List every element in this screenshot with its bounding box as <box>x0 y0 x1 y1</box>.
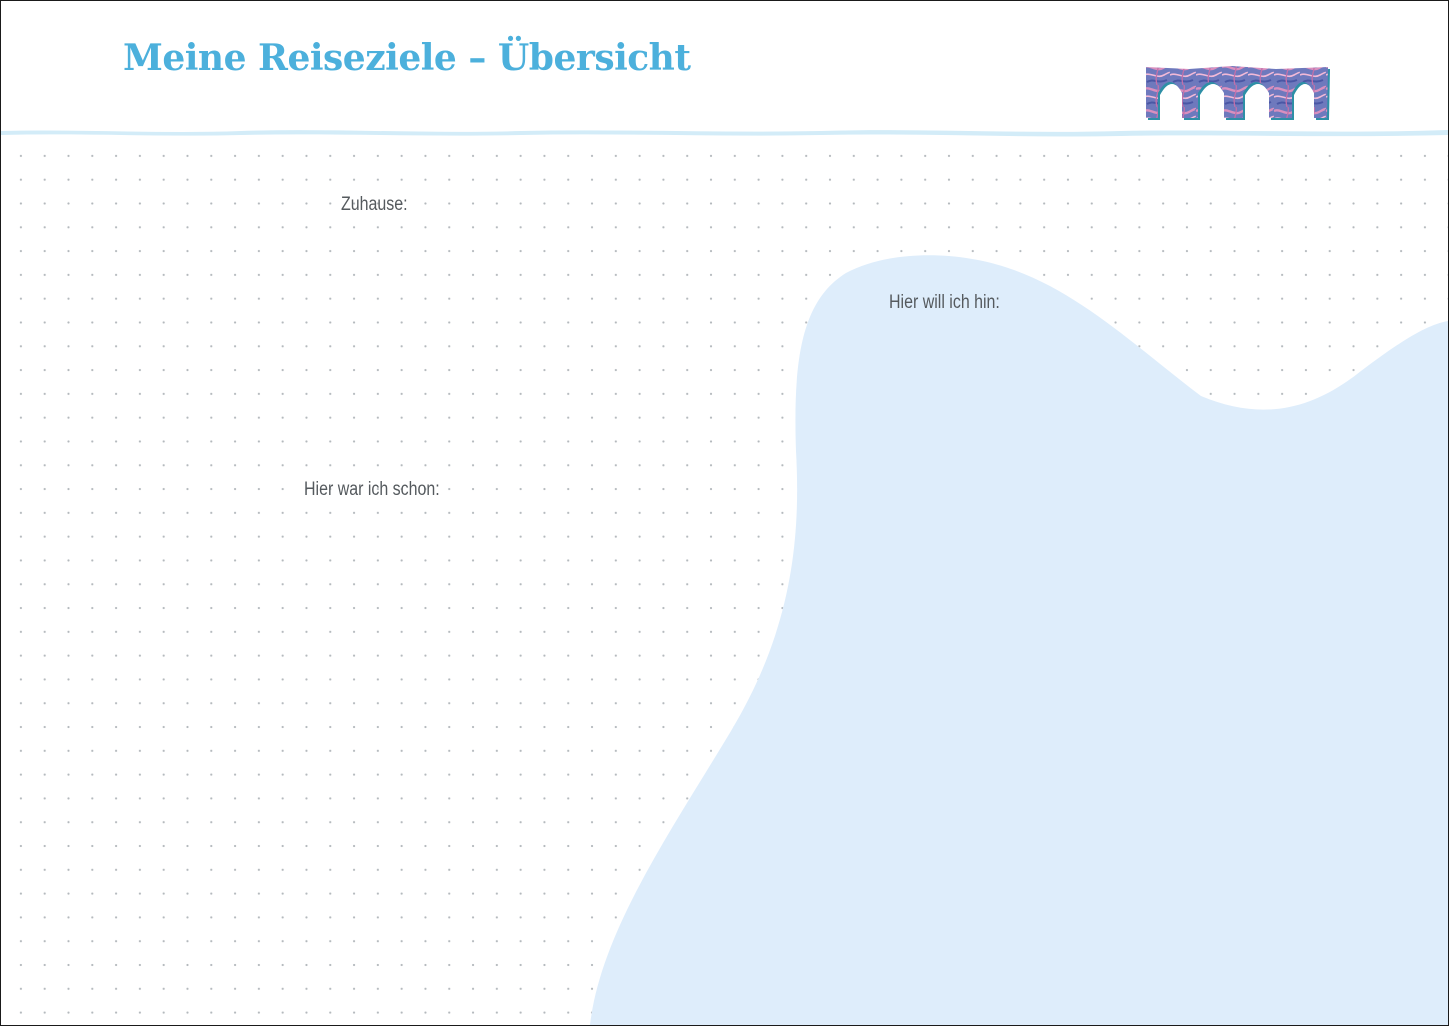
aqueduct-icon <box>1146 66 1330 120</box>
home-label: Zuhause: <box>341 194 408 215</box>
header-divider <box>1 130 1448 137</box>
visited-label: Hier war ich schon: <box>304 479 440 500</box>
page-title: Meine Reiseziele – Übersicht <box>123 37 691 79</box>
wishlist-label: Hier will ich hin: <box>889 292 1000 313</box>
journal-page: Meine Reiseziele – Übersicht Zuhause: Hi… <box>0 0 1449 1026</box>
wishlist-area <box>590 255 1448 1025</box>
